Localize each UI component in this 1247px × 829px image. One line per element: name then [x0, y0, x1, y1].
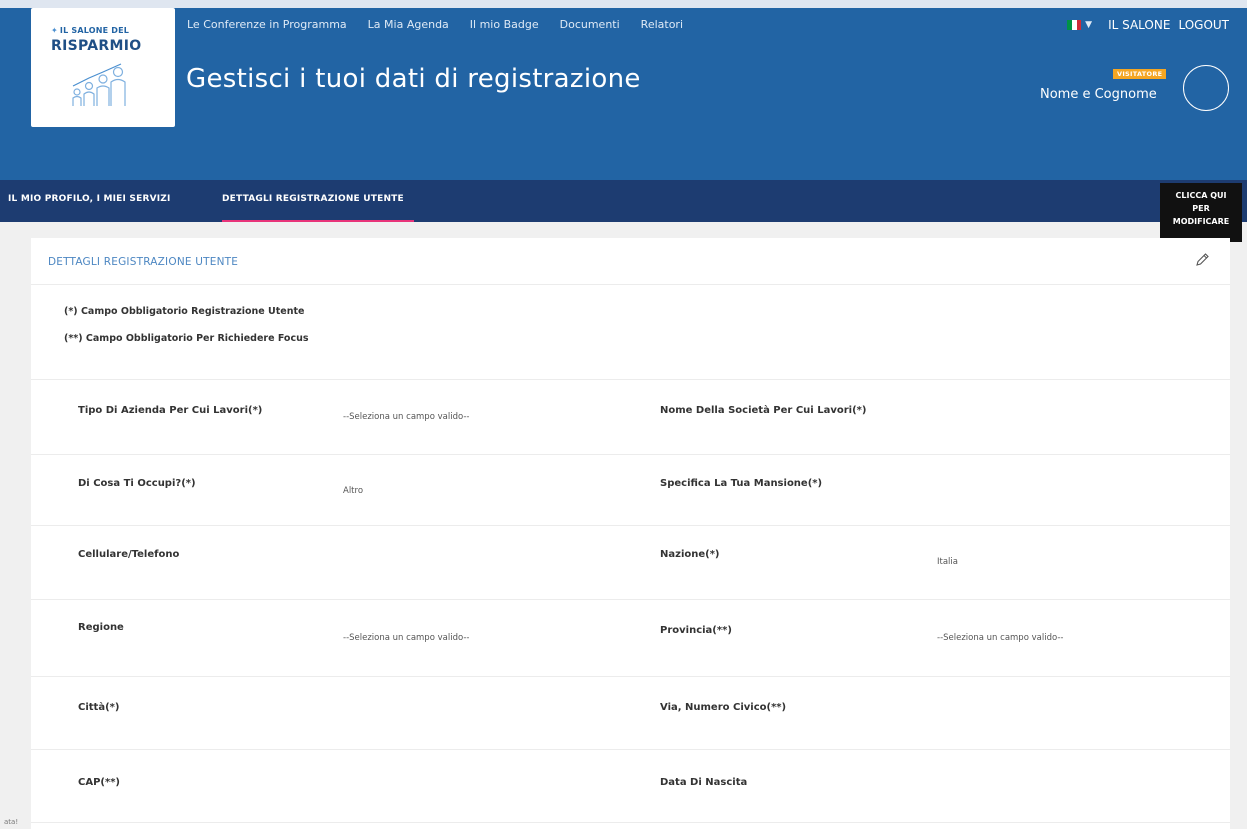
legend-required-registration: (*) Campo Obbligatorio Registrazione Ute…	[64, 306, 305, 317]
registration-details-card: DETTAGLI REGISTRAZIONE UTENTE (*) Campo …	[31, 238, 1230, 829]
header-right-links: ▼ IL SALONE LOGOUT	[1067, 18, 1229, 32]
tab-profilo-servizi[interactable]: IL MIO PROFILO, I MIEI SERVIZI	[8, 194, 171, 204]
avatar[interactable]	[1183, 65, 1229, 111]
user-name: Nome e Cognome	[1040, 87, 1157, 102]
field-label: Tipo Di Azienda Per Cui Lavori(*)	[78, 405, 263, 416]
form-row: Cellulare/Telefono Nazione(*) Italia	[31, 526, 1230, 600]
il-salone-link[interactable]: IL SALONE	[1108, 18, 1170, 32]
tooltip-line: CLICCA QUI	[1175, 191, 1227, 200]
tipo-azienda-value: --Seleziona un campo valido--	[343, 412, 470, 422]
profile-subnav: IL MIO PROFILO, I MIEI SERVIZI DETTAGLI …	[0, 180, 1247, 222]
nazione-value: Italia	[937, 557, 958, 567]
logo-top-text: ✦ IL SALONE DEL	[51, 26, 130, 35]
nav-documenti[interactable]: Documenti	[560, 18, 620, 31]
form-row: Città(*) Via, Numero Civico(**)	[31, 677, 1230, 750]
active-tab-indicator	[222, 220, 414, 222]
nav-conferenze[interactable]: Le Conferenze in Programma	[187, 18, 347, 31]
field-label: Nazione(*)	[660, 549, 720, 560]
chevron-down-icon[interactable]: ▼	[1085, 20, 1092, 30]
logo-main-text: RISPARMIO	[51, 38, 142, 54]
form-row: CAP(**) Data Di Nascita	[31, 750, 1230, 823]
field-label: Città(*)	[78, 702, 120, 713]
form-row: Tipo Di Azienda Per Cui Lavori(*) --Sele…	[31, 380, 1230, 455]
field-label: Cellulare/Telefono	[78, 549, 180, 560]
field-label: Via, Numero Civico(**)	[660, 702, 787, 713]
field-label: Regione	[78, 622, 124, 633]
required-fields-legend: (*) Campo Obbligatorio Registrazione Ute…	[31, 285, 1230, 380]
page-corner-fragment: ata!	[0, 812, 31, 829]
browser-top-strip	[0, 0, 1247, 8]
form-row: Di Cosa Ti Occupi?(*) Altro Specifica La…	[31, 455, 1230, 526]
tab-dettagli-registrazione[interactable]: DETTAGLI REGISTRAZIONE UTENTE	[222, 194, 404, 204]
field-label: Nome Della Società Per Cui Lavori(*)	[660, 405, 867, 416]
logo-figures-icon	[72, 63, 126, 106]
page-title: Gestisci i tuoi dati di registrazione	[186, 64, 641, 94]
nav-agenda[interactable]: La Mia Agenda	[368, 18, 449, 31]
regione-value: --Seleziona un campo valido--	[343, 633, 470, 643]
field-label: Di Cosa Ti Occupi?(*)	[78, 478, 196, 489]
card-header: DETTAGLI REGISTRAZIONE UTENTE	[31, 238, 1230, 285]
nav-badge[interactable]: Il mio Badge	[470, 18, 539, 31]
edit-tooltip: CLICCA QUI PER MODIFICARE	[1160, 183, 1242, 242]
pencil-icon[interactable]	[1194, 252, 1210, 268]
tooltip-line: PER	[1192, 204, 1210, 213]
occupazione-value: Altro	[343, 486, 364, 496]
logout-link[interactable]: LOGOUT	[1178, 18, 1229, 32]
site-header: ✦ IL SALONE DEL RISPARMIO Le Conferenze i…	[0, 8, 1247, 180]
field-label: Provincia(**)	[660, 625, 732, 636]
field-label: CAP(**)	[78, 777, 121, 788]
provincia-value: --Seleziona un campo valido--	[937, 633, 1064, 643]
field-label: Specifica La Tua Mansione(*)	[660, 478, 823, 489]
italy-flag-icon[interactable]	[1067, 20, 1082, 30]
field-label: Data Di Nascita	[660, 777, 748, 788]
top-nav: Le Conferenze in Programma La Mia Agenda…	[187, 18, 704, 31]
card-title: DETTAGLI REGISTRAZIONE UTENTE	[48, 256, 239, 268]
legend-required-focus: (**) Campo Obbligatorio Per Richiedere F…	[64, 333, 309, 344]
corner-text: ata!	[4, 818, 19, 826]
form-row: Regione --Seleziona un campo valido-- Pr…	[31, 600, 1230, 677]
logo[interactable]: ✦ IL SALONE DEL RISPARMIO	[31, 8, 175, 127]
visitor-badge: VISITATORE	[1113, 69, 1167, 79]
nav-relatori[interactable]: Relatori	[641, 18, 683, 31]
tooltip-line: MODIFICARE	[1172, 217, 1230, 226]
